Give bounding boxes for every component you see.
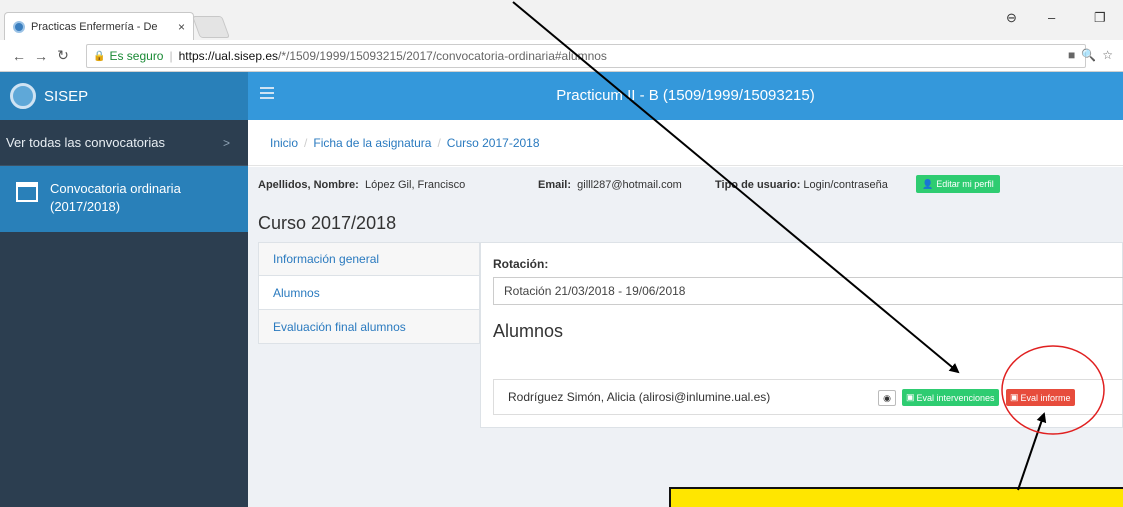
- favicon-icon: [13, 20, 25, 33]
- eval-report-button[interactable]: ▣ Eval informe: [1006, 389, 1075, 406]
- convocatoria-label: Convocatoria ordinaria (2017/2018): [50, 181, 181, 214]
- main-content: Apellidos, Nombre: López Gil, Francisco …: [248, 167, 1123, 507]
- breadcrumb-inicio[interactable]: Inicio: [270, 136, 298, 150]
- secure-label: Es seguro: [109, 49, 164, 63]
- brand[interactable]: SISEP: [0, 72, 248, 120]
- menu-item-evaluacion-final[interactable]: Evaluación final alumnos: [258, 310, 480, 344]
- rotation-label: Rotación:: [493, 257, 549, 271]
- app-sidebar: SISEP Ver todas las convocatorias > Conv…: [0, 72, 248, 507]
- app-header: Practicum II - B (1509/1999/15093215): [248, 72, 1123, 120]
- url-text: https://ual.sisep.es/*/1509/1999/1509321…: [178, 49, 607, 63]
- alumnos-panel: Rotación: Rotación 21/03/2018 - 19/06/20…: [480, 242, 1123, 428]
- url-input[interactable]: 🔒 Es seguro | https://ual.sisep.es/*/150…: [86, 44, 1086, 68]
- back-icon[interactable]: ←: [8, 48, 30, 64]
- breadcrumb-separator: /: [304, 135, 308, 150]
- student-name: Rodríguez Simón, Alicia (alirosi@inlumin…: [508, 390, 771, 404]
- restore-icon[interactable]: ❐: [1094, 10, 1106, 26]
- browser-tabstrip: Practicas Enfermería - De × ⊖ – ❐: [0, 0, 1123, 40]
- breadcrumb-ficha[interactable]: Ficha de la asignatura: [313, 136, 431, 150]
- brand-name: SISEP: [44, 87, 89, 105]
- screenshot-root: Practicas Enfermería - De × ⊖ – ❐ ← → ↻ …: [0, 0, 1123, 507]
- menu-item-informacion-general[interactable]: Información general: [258, 242, 480, 276]
- address-bar: ← → ↻ 🔒 Es seguro | https://ual.sisep.es…: [0, 40, 1123, 72]
- doc-icon: ▣: [1010, 392, 1019, 402]
- account-icon[interactable]: ⊖: [1006, 10, 1017, 26]
- breadcrumb-separator: /: [437, 135, 441, 150]
- user-name-line: Apellidos, Nombre: López Gil, Francisco: [258, 179, 466, 191]
- view-eye-icon[interactable]: ◉: [878, 390, 896, 406]
- all-convocatorias-label: Ver todas las convocatorias: [6, 135, 165, 150]
- chevron-right-icon: >: [222, 135, 230, 150]
- breadcrumb: Inicio / Ficha de la asignatura / Curso …: [248, 120, 1123, 166]
- user-type-line: Tipo de usuario: Login/contraseña: [715, 179, 888, 191]
- page-title: Practicum II - B (1509/1999/15093215): [556, 87, 815, 104]
- minimize-icon[interactable]: –: [1048, 10, 1055, 25]
- reload-icon[interactable]: ↻: [52, 47, 74, 64]
- course-menu: Información general Alumnos Evaluación f…: [258, 242, 480, 344]
- course-title: Curso 2017/2018: [258, 213, 397, 233]
- sisep-logo-icon: [10, 83, 36, 109]
- zoom-star-icons[interactable]: ■🔍☆: [1068, 48, 1119, 62]
- edit-profile-button[interactable]: 👤 Editar mi perfil: [916, 175, 1000, 193]
- menu-item-alumnos[interactable]: Alumnos: [258, 276, 480, 310]
- new-tab-button[interactable]: [191, 16, 231, 38]
- user-icon: 👤: [922, 178, 934, 189]
- eval-interventions-button[interactable]: ▣ Eval intervenciones: [902, 389, 999, 406]
- alumnos-title: Alumnos: [493, 321, 564, 341]
- annotation-callout-box: [669, 487, 1123, 507]
- tab-title: Practicas Enfermería - De: [31, 20, 158, 33]
- breadcrumb-curso[interactable]: Curso 2017-2018: [447, 136, 540, 150]
- browser-tab[interactable]: Practicas Enfermería - De ×: [4, 12, 194, 40]
- doc-icon: ▣: [906, 392, 915, 402]
- tab-close-icon[interactable]: ×: [178, 20, 185, 34]
- sidebar-item-convocatoria-ordinaria[interactable]: Convocatoria ordinaria (2017/2018): [0, 166, 248, 232]
- all-convocatorias-link[interactable]: Ver todas las convocatorias >: [0, 120, 248, 166]
- url-separator: |: [169, 49, 173, 63]
- lock-icon: 🔒: [93, 50, 106, 62]
- rotation-select[interactable]: Rotación 21/03/2018 - 19/06/2018: [493, 277, 1123, 305]
- calendar-icon: [16, 182, 38, 202]
- user-email-line: Email: gilll287@hotmail.com: [538, 179, 682, 191]
- forward-icon[interactable]: →: [30, 48, 52, 64]
- student-row: Rodríguez Simón, Alicia (alirosi@inlumin…: [493, 379, 1123, 415]
